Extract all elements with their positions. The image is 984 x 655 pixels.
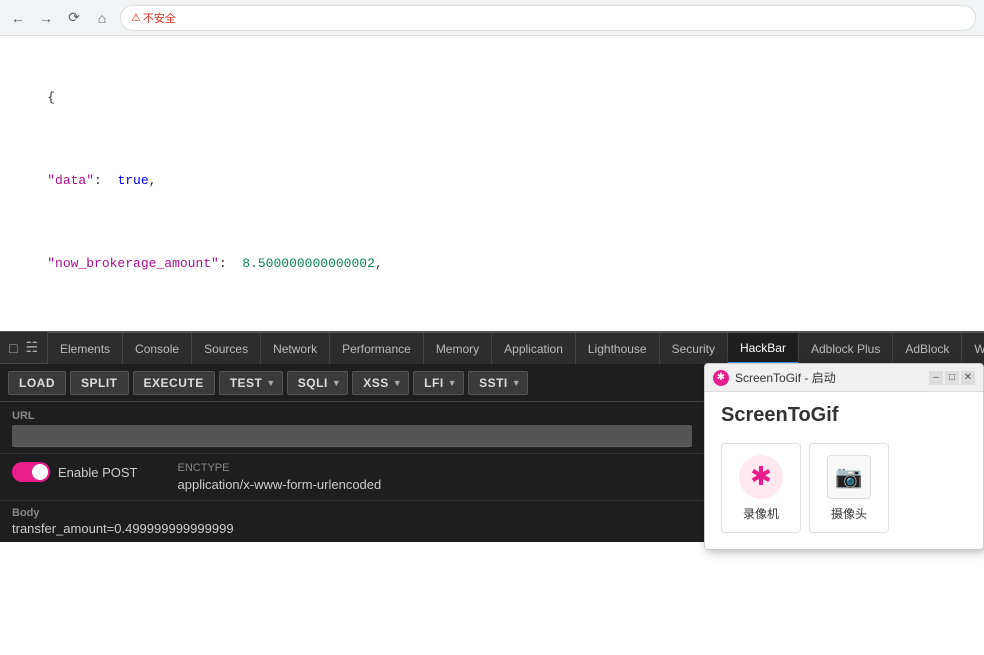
webcam-label: 摄像头 (831, 505, 867, 522)
record-label: 录像机 (743, 505, 779, 522)
lfi-dropdown-arrow: ▼ (448, 378, 457, 388)
reload-button[interactable]: ⟳ (64, 8, 84, 28)
ssti-dropdown[interactable]: SSTI ▼ (468, 371, 528, 395)
inspect-icon[interactable]: □ (9, 340, 17, 356)
address-bar[interactable]: ⚠ 不安全 (120, 5, 976, 31)
tab-sources[interactable]: Sources (192, 333, 261, 364)
tab-adblock[interactable]: AdBlock (893, 333, 962, 364)
tab-lighthouse[interactable]: Lighthouse (576, 333, 660, 364)
webcam-card[interactable]: 📷 摄像头 (809, 443, 889, 533)
tab-console[interactable]: Console (123, 333, 192, 364)
screentogif-title: ScreenToGif - 启动 (735, 369, 923, 386)
devtools-panel: □ ☵ Elements Console Sources Network Per… (0, 331, 984, 364)
tab-network[interactable]: Network (261, 333, 330, 364)
forward-button[interactable]: → (36, 8, 56, 28)
maximize-button[interactable]: □ (945, 371, 959, 385)
device-icon[interactable]: ☵ (25, 339, 38, 356)
tab-adblock-plus[interactable]: Adblock Plus (799, 333, 893, 364)
xss-dropdown[interactable]: XSS ▼ (352, 371, 409, 395)
json-line-1: "data": true, (16, 129, 968, 212)
enctype-label: enctype (178, 462, 382, 474)
enable-post-label: Enable POST (58, 465, 138, 480)
screentogif-window: ✱ ScreenToGif - 启动 – □ ✕ ScreenToGif ✱ 录… (704, 363, 984, 550)
toggle-knob (32, 464, 48, 480)
screentogif-titlebar: ✱ ScreenToGif - 启动 – □ ✕ (705, 364, 983, 392)
tab-elements[interactable]: Elements (48, 333, 123, 364)
json-line-3: "now_amount": 61.5 (16, 296, 968, 331)
tab-security[interactable]: Security (660, 333, 728, 364)
record-card[interactable]: ✱ 录像机 (721, 443, 801, 533)
close-button[interactable]: ✕ (961, 371, 975, 385)
sqli-dropdown-arrow: ▼ (332, 378, 341, 388)
devtools-side-panel: □ ☵ (0, 332, 48, 364)
split-button[interactable]: SPLIT (70, 371, 129, 395)
enable-post-area: Enable POST (12, 462, 138, 482)
insecure-badge: ⚠ 不安全 (131, 10, 176, 26)
record-icon: ✱ (739, 455, 783, 499)
tab-performance[interactable]: Performance (330, 333, 424, 364)
webcam-icon: 📷 (827, 455, 871, 499)
minimize-button[interactable]: – (929, 371, 943, 385)
test-dropdown-arrow: ▼ (266, 378, 275, 388)
json-content-area: { "data": true, "now_brokerage_amount": … (0, 36, 984, 331)
lfi-dropdown[interactable]: LFI ▼ (413, 371, 464, 395)
screentogif-app-title: ScreenToGif (705, 392, 983, 435)
home-button[interactable]: ⌂ (92, 8, 112, 28)
enctype-value: application/x-www-form-urlencoded (178, 477, 382, 492)
window-buttons: – □ ✕ (929, 371, 975, 385)
json-line-0: { (16, 46, 968, 129)
json-line-2: "now_brokerage_amount": 8.50000000000000… (16, 212, 968, 295)
ssti-dropdown-arrow: ▼ (512, 378, 521, 388)
devtools-tabs-bar: Elements Console Sources Network Perform… (48, 332, 984, 364)
tab-memory[interactable]: Memory (424, 333, 492, 364)
enable-post-toggle[interactable] (12, 462, 50, 482)
test-dropdown[interactable]: TEST ▼ (219, 371, 283, 395)
back-button[interactable]: ← (8, 8, 28, 28)
url-input[interactable] (12, 425, 692, 447)
enctype-area: enctype application/x-www-form-urlencode… (178, 462, 382, 492)
load-button[interactable]: LOAD (8, 371, 66, 395)
xss-dropdown-arrow: ▼ (393, 378, 402, 388)
screentogif-icons-row: ✱ 录像机 📷 摄像头 (705, 435, 983, 549)
execute-button[interactable]: EXECUTE (133, 371, 215, 395)
tab-application[interactable]: Application (492, 333, 576, 364)
tab-hackbar[interactable]: HackBar (728, 333, 799, 364)
screentogif-icon: ✱ (713, 370, 729, 386)
tab-wa[interactable]: Wa (962, 333, 984, 364)
sqli-dropdown[interactable]: SQLI ▼ (287, 371, 348, 395)
browser-chrome: ← → ⟳ ⌂ ⚠ 不安全 (0, 0, 984, 36)
